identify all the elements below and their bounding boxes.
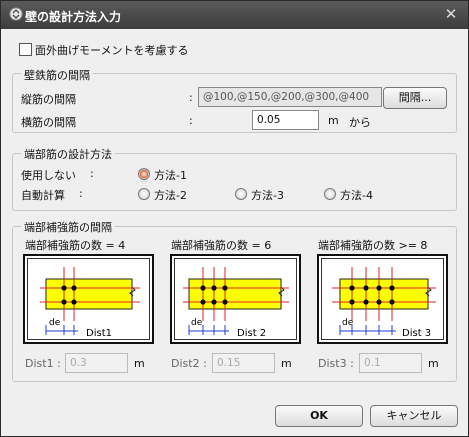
- method-1-label[interactable]: 方法-1: [154, 167, 187, 183]
- dist-1-input[interactable]: 0.3: [65, 353, 128, 373]
- case-2-diagram: de Dist 2: [170, 254, 301, 344]
- dist-2-field-label: Dist2 :: [171, 357, 207, 370]
- out-of-plane-checkbox[interactable]: [19, 43, 32, 56]
- vertical-spacing-field: @100,@150,@200,@300,@400: [198, 87, 382, 107]
- horizontal-spacing-colon: :: [189, 114, 193, 127]
- rebar-dot: [222, 285, 228, 291]
- method-4-label[interactable]: 方法-4: [340, 187, 373, 203]
- dist-3-field-label: Dist3 :: [318, 357, 354, 370]
- method-1-radio[interactable]: [138, 168, 150, 180]
- horizontal-spacing-unit: m: [328, 114, 339, 127]
- auto-colon: :: [79, 187, 83, 200]
- dist-1-field-label: Dist1 :: [25, 357, 61, 370]
- system-menu-icon[interactable]: [9, 7, 23, 21]
- vertical-spacing-label: 縦筋の間隔: [21, 93, 76, 106]
- case-2-drawing: de Dist 2: [183, 267, 289, 339]
- case-1-drawing: de Dist1: [40, 267, 140, 339]
- manual-colon: :: [90, 167, 94, 180]
- dist-1-label: Dist1: [86, 328, 112, 339]
- wall-section: [339, 278, 429, 310]
- wall-section: [45, 278, 133, 310]
- dist-3-input[interactable]: 0.1: [359, 353, 422, 373]
- method-3-label[interactable]: 方法-3: [251, 187, 284, 203]
- rebar-dot: [200, 299, 206, 305]
- close-icon[interactable]: ✕: [442, 5, 460, 23]
- rebar-dot: [349, 285, 355, 291]
- ok-button[interactable]: OK: [275, 405, 363, 427]
- rebar-dot: [363, 285, 369, 291]
- dialog-window: 壁の設計方法入力 ✕ 面外曲げモーメントを考慮する 壁鉄筋の間隔 縦筋の間隔 :…: [0, 0, 469, 437]
- case-1-diagram: de Dist1: [23, 254, 154, 344]
- de-label: de: [342, 318, 354, 328]
- rebar-dot: [211, 285, 217, 291]
- dist-3-unit: m: [428, 357, 439, 370]
- window-title: 壁の設計方法入力: [25, 10, 122, 24]
- rebar-dot: [389, 299, 395, 305]
- de-label: de: [49, 318, 61, 328]
- de-label: de: [191, 318, 203, 328]
- rebar-dot: [61, 299, 67, 305]
- method-2-radio[interactable]: [138, 188, 150, 200]
- dist-2-input[interactable]: 0.15: [212, 353, 275, 373]
- dist-2-unit: m: [281, 357, 292, 370]
- case-1-caption: 端部補強筋の数 = 4: [25, 239, 126, 252]
- dist-1-unit: m: [134, 357, 145, 370]
- dist-3-label: Dist 3: [402, 328, 431, 339]
- method-2-label[interactable]: 方法-2: [154, 187, 187, 203]
- spacing-button[interactable]: 間隔...: [383, 87, 447, 109]
- dist-2-label: Dist 2: [237, 328, 266, 339]
- auto-label: 自動計算: [21, 189, 65, 202]
- title-bar[interactable]: 壁の設計方法入力 ✕: [1, 1, 468, 29]
- horizontal-spacing-label: 横筋の間隔: [21, 116, 76, 129]
- rebar-dot: [376, 299, 382, 305]
- method-4-radio[interactable]: [324, 188, 336, 200]
- horizontal-spacing-suffix: から: [349, 116, 371, 129]
- rebar-dot: [211, 299, 217, 305]
- cancel-button[interactable]: キャンセル: [370, 405, 458, 427]
- vertical-spacing-colon: :: [189, 91, 193, 104]
- rebar-dot: [389, 285, 395, 291]
- rebar-dot: [363, 299, 369, 305]
- end-reinforce-group-title: 端部補強筋の間隔: [21, 219, 115, 235]
- rebar-dot: [61, 285, 67, 291]
- horizontal-spacing-input[interactable]: 0.05: [252, 110, 319, 130]
- rebar-dot: [200, 285, 206, 291]
- rebar-dot: [71, 285, 77, 291]
- rebar-dot: [71, 299, 77, 305]
- end-rebar-design-group-title: 端部筋の設計方法: [21, 146, 115, 162]
- out-of-plane-label[interactable]: 面外曲げモーメントを考慮する: [35, 42, 189, 58]
- case-3-caption: 端部補強筋の数 >= 8: [318, 239, 428, 252]
- method-3-radio[interactable]: [235, 188, 247, 200]
- rebar-dot: [349, 299, 355, 305]
- rebar-dot: [376, 285, 382, 291]
- case-2-caption: 端部補強筋の数 = 6: [171, 239, 272, 252]
- manual-label: 使用しない: [21, 169, 76, 182]
- rebar-dot: [222, 299, 228, 305]
- case-3-drawing: de Dist 3: [332, 267, 436, 339]
- case-3-diagram: de Dist 3: [317, 254, 448, 344]
- wall-rebar-group-title: 壁鉄筋の間隔: [21, 67, 93, 83]
